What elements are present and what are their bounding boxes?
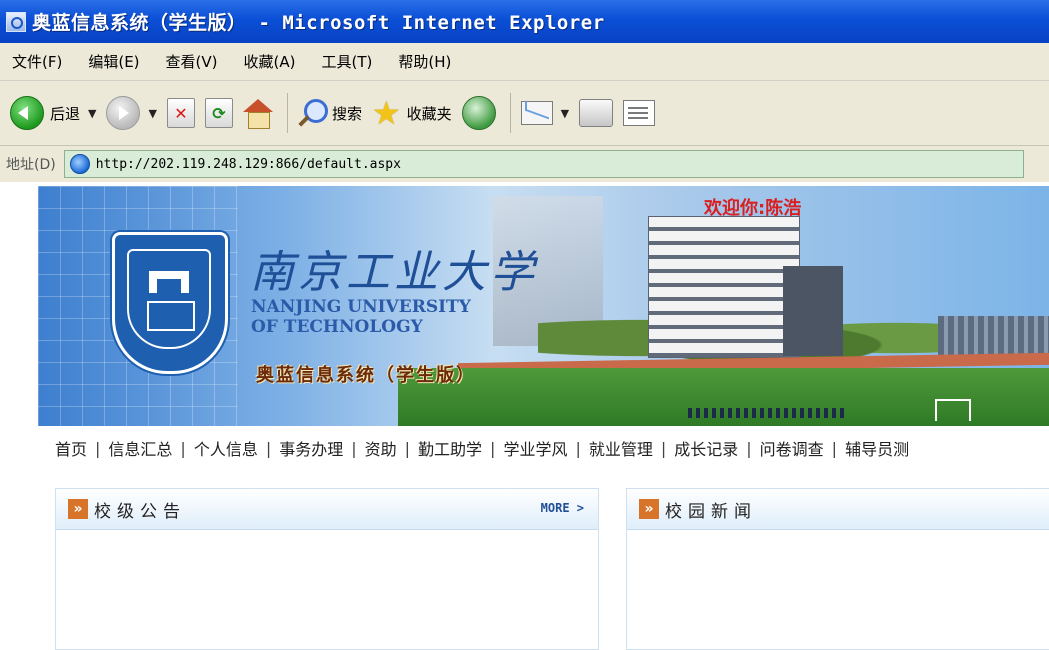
search-label: 搜索 [331,104,362,123]
media-button[interactable] [461,96,496,130]
header-banner: 南京工业大学 NANJING UNIVERSITY OF TECHNOLOGY … [38,186,1049,426]
chevron-down-icon[interactable]: ▼ [148,107,156,120]
window-title: 奥蓝信息系统（学生版） - Microsoft Internet Explore… [32,12,605,34]
ie-window-icon [6,11,26,32]
print-button[interactable] [579,99,614,127]
toolbar: 后退 ▼ ▼ ✕ ⟳ 搜索 ★ 收藏夹 ▼ [0,81,1049,146]
nav-growth-record[interactable]: 成长记录 [674,436,738,460]
nav-divider: | [490,438,496,458]
nav-divider: | [660,438,667,458]
refresh-button[interactable]: ⟳ [204,98,233,128]
nav-survey[interactable]: 问卷调查 [760,436,824,460]
nav-divider: | [831,438,838,458]
menu-favorites[interactable]: 收藏(A) [244,51,296,72]
nav-financial-aid[interactable]: 资助 [365,436,397,460]
menu-view[interactable]: 查看(V) [166,51,218,72]
nav-info-summary[interactable]: 信息汇总 [108,436,172,460]
panel-header: » 校园新闻 [627,489,1049,530]
panel-title: 校级公告 [94,501,186,522]
nav-divider: | [180,438,186,458]
toolbar-divider [509,93,511,133]
school-announcements-panel: » 校级公告 MORE > [55,488,599,650]
campus-news-panel: » 校园新闻 [626,488,1049,650]
nav-academic-style[interactable]: 学业学风 [503,436,567,460]
banner-building [648,216,800,358]
menu-help[interactable]: 帮助(H) [398,51,451,72]
double-chevron-right-icon: » [639,499,659,519]
nav-counselor-test[interactable]: 辅导员测 [845,436,909,460]
school-name-en: OF TECHNOLOGY [251,317,423,337]
back-label: 后退 [50,104,81,123]
stop-icon: ✕ [166,98,195,128]
nav-divider: | [404,438,411,458]
menu-tools[interactable]: 工具(T) [321,51,372,72]
printer-icon [579,99,614,127]
search-icon [298,99,328,127]
panel-title: 校园新闻 [665,501,757,522]
system-name: 奥蓝信息系统（学生版） [256,365,476,386]
forward-button[interactable]: ▼ [106,96,157,130]
home-icon [242,99,273,129]
double-chevron-right-icon: » [68,499,88,519]
menu-bar: 文件(F) 编辑(E) 查看(V) 收藏(A) 工具(T) 帮助(H) [0,43,1049,81]
chevron-down-icon[interactable]: ▼ [88,107,96,120]
banner-goal [935,399,971,421]
nav-divider: | [746,438,752,458]
forward-arrow-icon [106,96,141,130]
toolbar-divider [286,93,288,133]
address-url[interactable]: http://202.119.248.129:866/default.aspx [96,157,401,172]
school-name-cn: 南京工业大学 [250,247,538,298]
star-icon: ★ [371,94,401,132]
banner-people [688,408,848,418]
menu-edit[interactable]: 编辑(E) [88,51,139,72]
university-emblem-icon [112,232,228,374]
address-label: 地址(D) [6,157,56,173]
back-button[interactable]: 后退 ▼ [10,96,96,130]
edit-button[interactable] [623,100,656,126]
nav-divider: | [575,438,581,458]
home-button[interactable] [242,99,273,129]
favorites-button[interactable]: ★ 收藏夹 [371,94,452,132]
address-bar: 地址(D) http://202.119.248.129:866/default… [0,146,1049,182]
window-titlebar[interactable]: 奥蓝信息系统（学生版） - Microsoft Internet Explore… [0,0,1049,43]
nav-personal-info[interactable]: 个人信息 [194,436,258,460]
menu-file[interactable]: 文件(F) [12,51,62,72]
chevron-down-icon[interactable]: ▼ [561,107,569,120]
nav-affairs[interactable]: 事务办理 [279,436,343,460]
page-content: 南京工业大学 NANJING UNIVERSITY OF TECHNOLOGY … [0,182,1049,650]
edit-page-icon [623,100,656,126]
nav-employment[interactable]: 就业管理 [589,436,653,460]
main-nav: 首页 | 信息汇总 | 个人信息 | 事务办理 | 资助 | 勤工助学 | 学业学风 | 就业… [55,436,909,460]
mail-button[interactable]: ▼ [520,101,569,125]
refresh-icon: ⟳ [204,98,233,128]
address-input[interactable]: http://202.119.248.129:866/default.aspx [63,150,1024,178]
school-name-en: NANJING UNIVERSITY [251,297,471,317]
nav-divider: | [351,438,357,458]
nav-divider: | [265,438,272,458]
more-link[interactable]: MORE > [541,501,584,515]
nav-home[interactable]: 首页 [55,436,87,460]
nav-work-study[interactable]: 勤工助学 [418,436,482,460]
ie-page-icon [69,154,90,174]
panel-header: » 校级公告 MORE > [56,489,598,530]
banner-building [783,266,843,356]
favorites-label: 收藏夹 [406,104,452,123]
stop-button[interactable]: ✕ [166,98,195,128]
welcome-message: 欢迎你:陈浩 [704,198,802,219]
media-icon [461,96,496,130]
back-arrow-icon [10,96,44,130]
mail-icon [520,101,553,125]
nav-divider: | [95,438,101,458]
search-button[interactable]: 搜索 [298,99,362,127]
